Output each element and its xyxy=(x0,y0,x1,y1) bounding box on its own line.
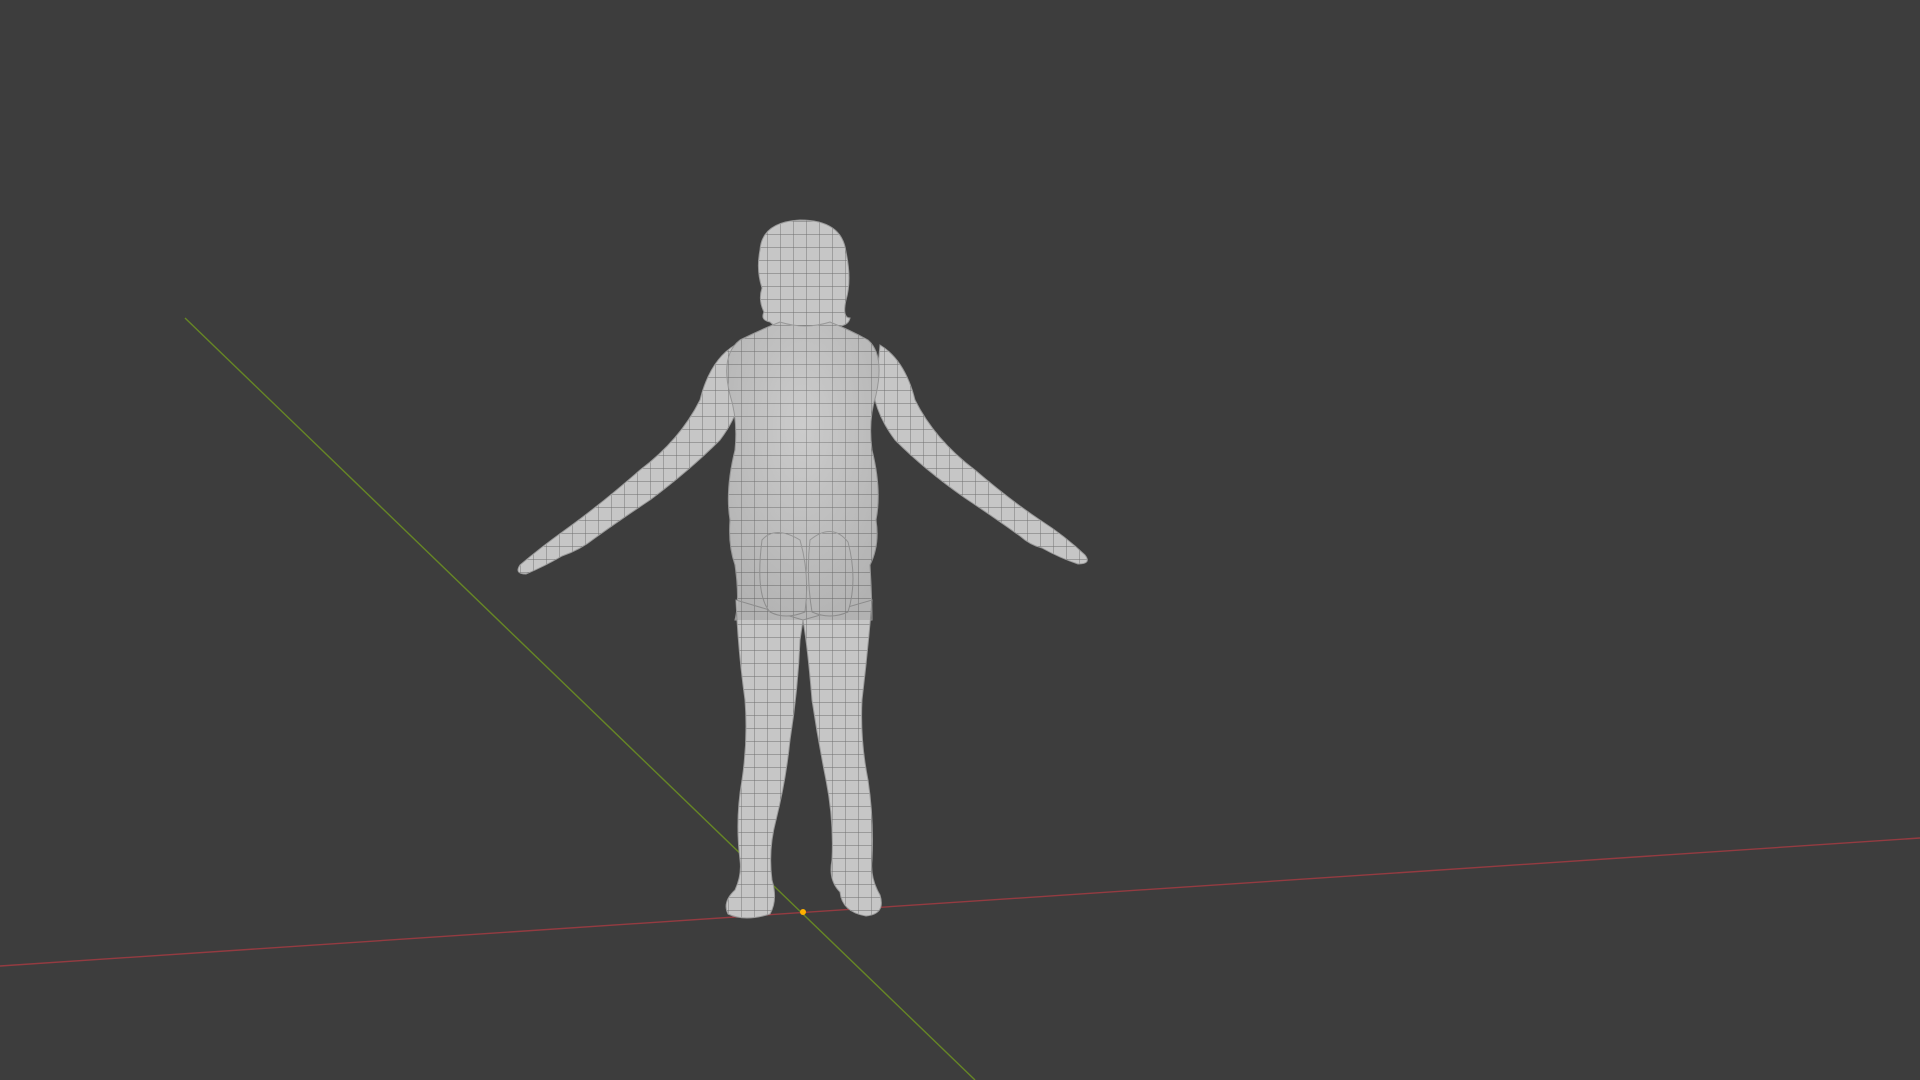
object-origin-marker[interactable] xyxy=(800,909,806,915)
x-axis-line xyxy=(0,837,1920,967)
mesh-shading xyxy=(726,322,880,620)
mesh-right-leg[interactable] xyxy=(802,599,882,917)
mesh-head[interactable] xyxy=(757,219,851,330)
3d-viewport[interactable] xyxy=(0,0,1920,1080)
mesh-left-arm[interactable] xyxy=(517,344,741,575)
viewport-canvas[interactable] xyxy=(0,0,1920,1080)
mesh-left-leg[interactable] xyxy=(725,599,804,919)
mesh-right-arm[interactable] xyxy=(874,344,1088,565)
